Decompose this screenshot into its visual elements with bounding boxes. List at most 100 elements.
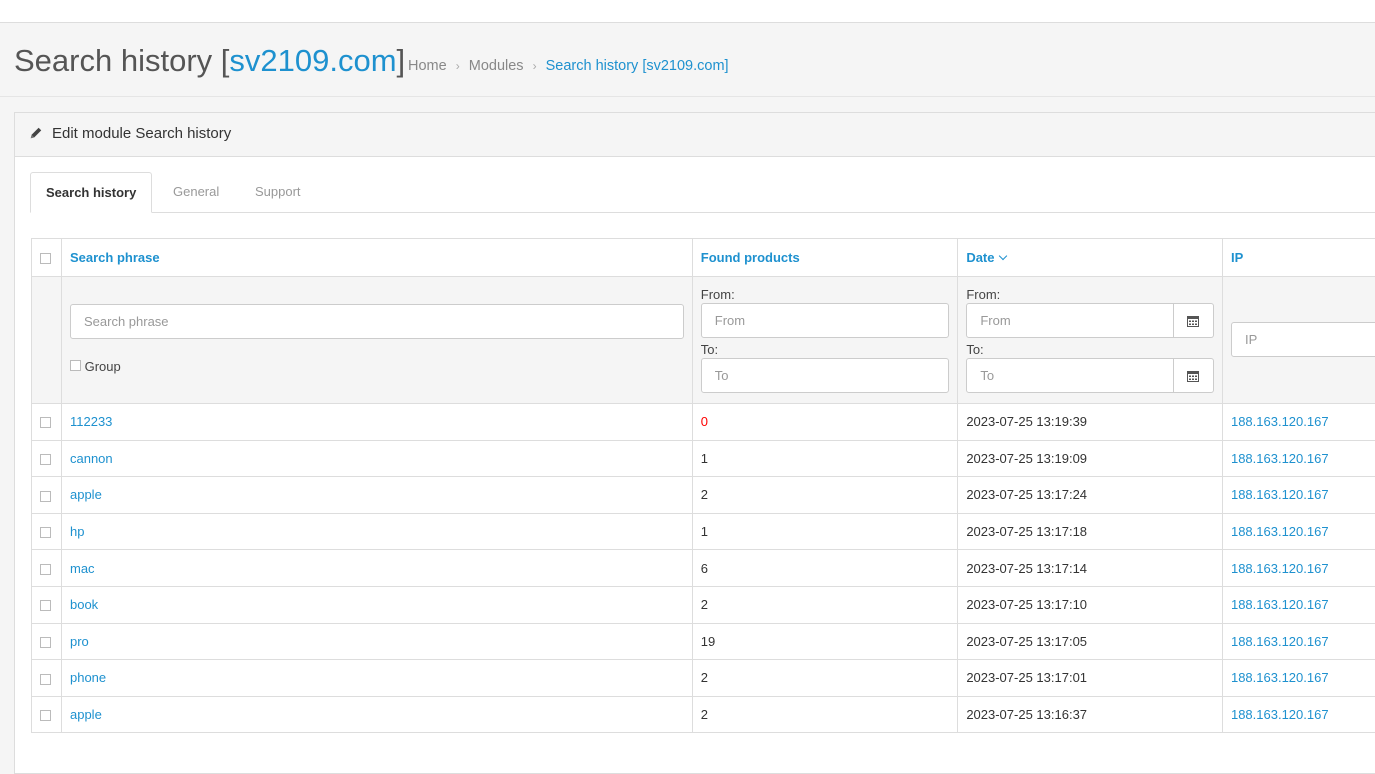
found-from-input[interactable]: [701, 303, 950, 338]
found-products-value: 2: [701, 670, 708, 685]
pencil-icon: [29, 126, 43, 140]
column-header-ip[interactable]: IP: [1222, 239, 1375, 277]
date-from-calendar-button[interactable]: [1174, 303, 1214, 338]
ip-cell: 188.163.120.167: [1222, 623, 1375, 660]
ip-link[interactable]: 188.163.120.167: [1231, 707, 1329, 722]
table-row: apple 2 2023-07-25 13:17:24 188.163.120.…: [32, 477, 1375, 514]
search-phrase-link[interactable]: hp: [70, 524, 84, 539]
ip-filter-input[interactable]: [1231, 322, 1375, 357]
ip-link[interactable]: 188.163.120.167: [1231, 487, 1329, 502]
ip-cell: 188.163.120.167: [1222, 513, 1375, 550]
ip-link[interactable]: 188.163.120.167: [1231, 561, 1329, 576]
found-cell: 1: [692, 513, 958, 550]
row-select-cell: [32, 586, 62, 623]
filter-cell-ip: [1222, 277, 1375, 404]
date-cell: 2023-07-25 13:17:01: [958, 660, 1223, 697]
ip-cell: 188.163.120.167: [1222, 696, 1375, 733]
row-select-cell: [32, 660, 62, 697]
filter-row: Group From: To: From:: [32, 277, 1375, 404]
column-header-phrase[interactable]: Search phrase: [61, 239, 692, 277]
found-products-value: 2: [701, 487, 708, 502]
search-phrase-link[interactable]: apple: [70, 487, 102, 502]
row-checkbox[interactable]: [40, 564, 51, 575]
date-cell: 2023-07-25 13:17:05: [958, 623, 1223, 660]
group-filter: Group: [70, 359, 684, 374]
row-checkbox[interactable]: [40, 527, 51, 538]
found-cell: 0: [692, 404, 958, 441]
ip-cell: 188.163.120.167: [1222, 440, 1375, 477]
ip-link[interactable]: 188.163.120.167: [1231, 597, 1329, 612]
tab-bar: Search history General Support: [30, 172, 1375, 213]
search-phrase-link[interactable]: pro: [70, 634, 89, 649]
tab-support[interactable]: Support: [240, 172, 316, 212]
ip-link[interactable]: 188.163.120.167: [1231, 414, 1329, 429]
breadcrumb-current[interactable]: Search history [sv2109.com]: [546, 58, 729, 74]
ip-link[interactable]: 188.163.120.167: [1231, 524, 1329, 539]
phrase-cell: apple: [61, 696, 692, 733]
top-navbar: [0, 0, 1375, 23]
breadcrumb-modules[interactable]: Modules: [469, 58, 524, 74]
found-to-input[interactable]: [701, 358, 950, 393]
search-phrase-link[interactable]: 112233: [70, 414, 112, 429]
search-phrase-link[interactable]: mac: [70, 561, 95, 576]
row-checkbox[interactable]: [40, 454, 51, 465]
found-cell: 19: [692, 623, 958, 660]
breadcrumb-home[interactable]: Home: [408, 58, 447, 74]
row-checkbox[interactable]: [40, 710, 51, 721]
breadcrumb-separator: ›: [533, 59, 537, 73]
row-select-cell: [32, 440, 62, 477]
ip-link[interactable]: 188.163.120.167: [1231, 670, 1329, 685]
panel-heading: Edit module Search history: [15, 113, 1375, 157]
date-cell: 2023-07-25 13:19:39: [958, 404, 1223, 441]
column-header-found[interactable]: Found products: [692, 239, 958, 277]
row-checkbox[interactable]: [40, 417, 51, 428]
phrase-cell: mac: [61, 550, 692, 587]
tab-search-history[interactable]: Search history: [30, 172, 152, 213]
table-row: cannon 1 2023-07-25 13:19:09 188.163.120…: [32, 440, 1375, 477]
date-from-input[interactable]: [966, 303, 1174, 338]
date-value: 2023-07-25 13:17:24: [966, 487, 1087, 502]
found-cell: 2: [692, 660, 958, 697]
found-cell: 2: [692, 586, 958, 623]
search-phrase-link[interactable]: apple: [70, 707, 102, 722]
row-checkbox[interactable]: [40, 600, 51, 611]
row-select-cell: [32, 623, 62, 660]
row-checkbox[interactable]: [40, 637, 51, 648]
tab-general[interactable]: General: [158, 172, 234, 212]
ip-cell: 188.163.120.167: [1222, 477, 1375, 514]
row-checkbox[interactable]: [40, 674, 51, 685]
search-phrase-link[interactable]: phone: [70, 670, 106, 685]
breadcrumb: Home › Modules › Search history [sv2109.…: [408, 58, 729, 74]
row-checkbox[interactable]: [40, 491, 51, 502]
select-all-checkbox[interactable]: [40, 253, 51, 264]
date-cell: 2023-07-25 13:17:10: [958, 586, 1223, 623]
column-header-date[interactable]: Date: [958, 239, 1223, 277]
date-value: 2023-07-25 13:19:39: [966, 414, 1087, 429]
table-row: hp 1 2023-07-25 13:17:18 188.163.120.167: [32, 513, 1375, 550]
date-cell: 2023-07-25 13:17:24: [958, 477, 1223, 514]
ip-link[interactable]: 188.163.120.167: [1231, 634, 1329, 649]
date-to-input[interactable]: [966, 358, 1174, 393]
table-row: 112233 0 2023-07-25 13:19:39 188.163.120…: [32, 404, 1375, 441]
found-products-value: 1: [701, 451, 708, 466]
found-products-value: 1: [701, 524, 708, 539]
row-select-cell: [32, 477, 62, 514]
found-products-value: 0: [701, 414, 708, 429]
date-from-label: From:: [966, 287, 1214, 302]
table-row: phone 2 2023-07-25 13:17:01 188.163.120.…: [32, 660, 1375, 697]
found-products-value: 19: [701, 634, 715, 649]
date-to-calendar-button[interactable]: [1174, 358, 1214, 393]
search-phrase-input[interactable]: [70, 304, 684, 339]
group-checkbox[interactable]: [70, 360, 81, 371]
found-products-value: 2: [701, 597, 708, 612]
phrase-cell: apple: [61, 477, 692, 514]
found-cell: 6: [692, 550, 958, 587]
chevron-down-icon: [998, 252, 1006, 260]
calendar-icon: [1187, 370, 1199, 382]
ip-link[interactable]: 188.163.120.167: [1231, 451, 1329, 466]
found-cell: 2: [692, 696, 958, 733]
search-phrase-link[interactable]: cannon: [70, 451, 113, 466]
search-phrase-link[interactable]: book: [70, 597, 98, 612]
page-title-suffix: ]: [397, 43, 406, 78]
group-label: Group: [85, 359, 121, 374]
